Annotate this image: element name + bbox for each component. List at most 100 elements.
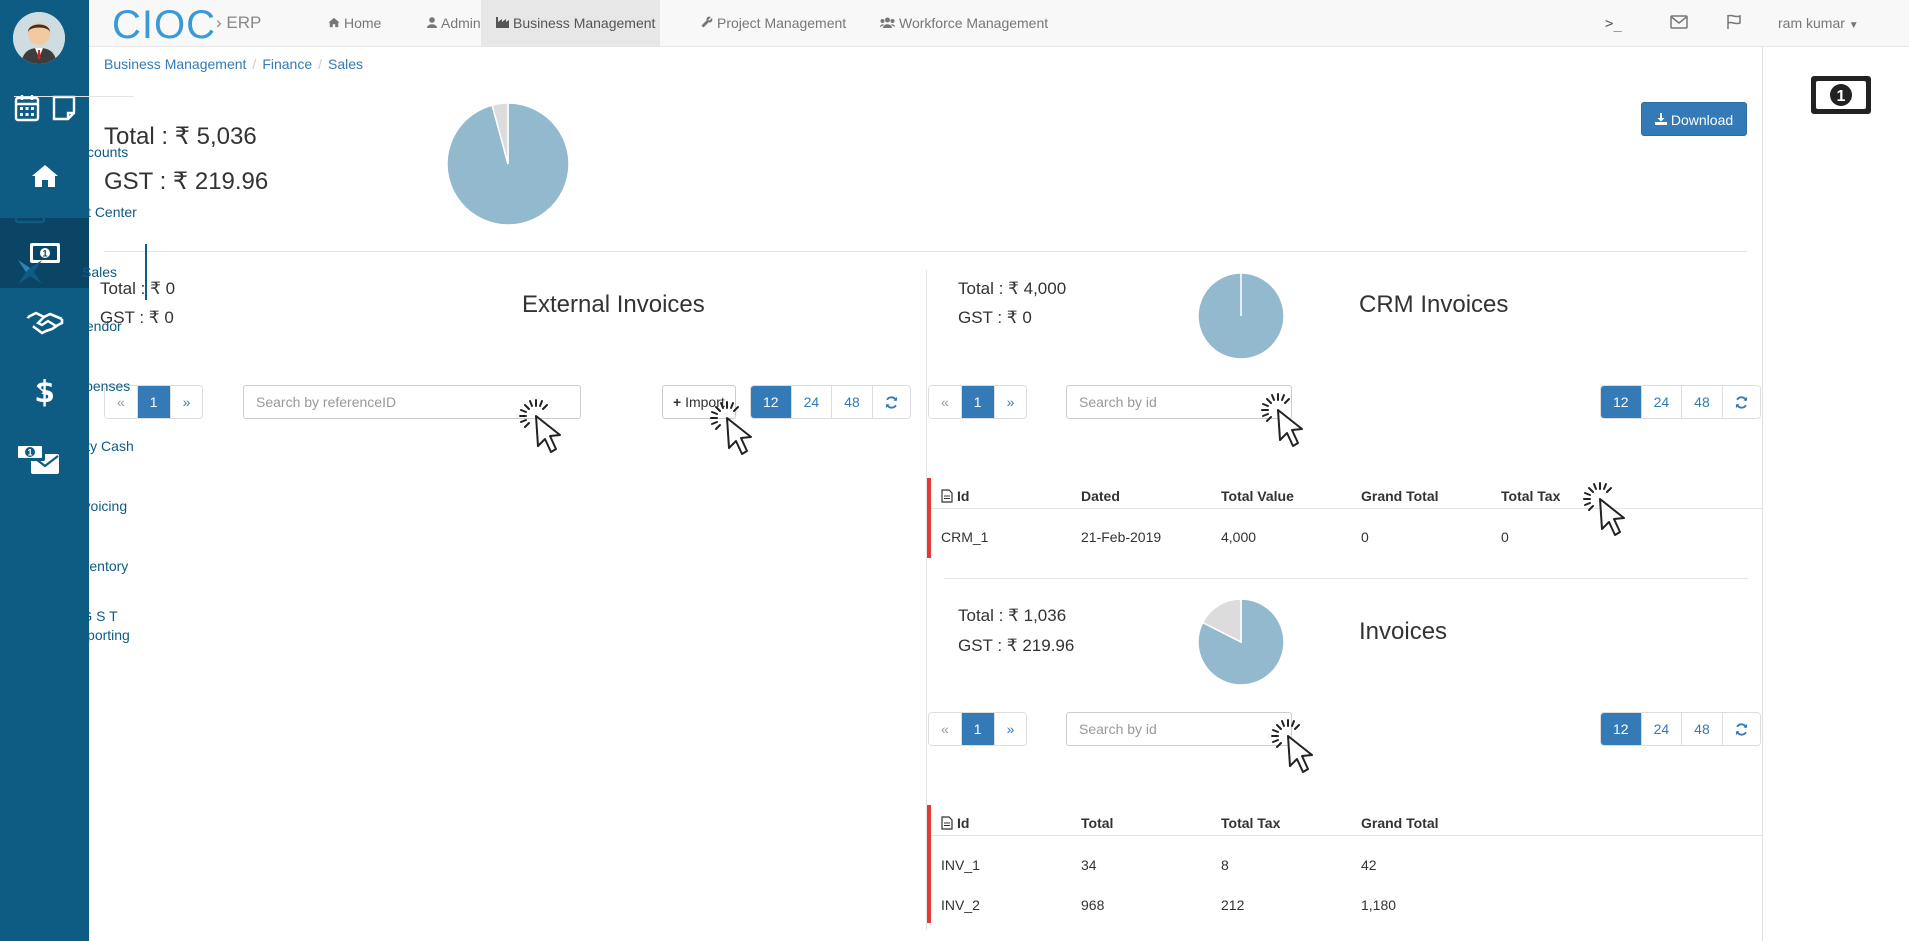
chevron-down-icon: ▼ bbox=[1848, 20, 1859, 31]
crm-cell-id: CRM_1 bbox=[941, 529, 989, 545]
next-page-button[interactable]: » bbox=[170, 386, 203, 418]
nav-admin-label: Admin bbox=[441, 15, 481, 31]
page-size-24[interactable]: 24 bbox=[1641, 713, 1683, 745]
invoices-col-total-tax[interactable]: Total Tax bbox=[1221, 815, 1280, 831]
crm-cell-total-tax: 0 bbox=[1501, 529, 1509, 545]
page-size-48[interactable]: 48 bbox=[1682, 713, 1723, 745]
nav-home-label: Home bbox=[344, 15, 382, 31]
invoices-cell-grand-total: 42 bbox=[1361, 857, 1377, 873]
download-button[interactable]: Download bbox=[1641, 102, 1748, 136]
page-size-48[interactable]: 48 bbox=[832, 386, 873, 418]
nav-workforce-management[interactable]: Workforce Management bbox=[865, 0, 1063, 47]
rightbar-item-petty-cash[interactable]: 1 Petty Cash bbox=[0, 430, 147, 474]
crm-col-grand-total[interactable]: Grand Total bbox=[1361, 488, 1439, 504]
invoices-cell-total-tax: 212 bbox=[1221, 897, 1245, 913]
invoices-col-id[interactable]: Id bbox=[957, 815, 969, 831]
rightbar-item-label: Invoicing bbox=[71, 498, 128, 514]
terminal-icon[interactable]: >_ bbox=[1605, 16, 1622, 32]
rightbar-item-label: Inventory bbox=[70, 558, 129, 574]
breadcrumb-finance[interactable]: Finance bbox=[262, 56, 312, 72]
invoices-page-size: 12 24 48 bbox=[1600, 712, 1761, 746]
svg-text:1: 1 bbox=[1837, 88, 1846, 105]
rightbar-item-gst-reporting[interactable]: G S T Reporting bbox=[0, 608, 147, 660]
invoices-cell-grand-total: 1,180 bbox=[1361, 897, 1397, 913]
crm-cell-grand-total: 0 bbox=[1361, 529, 1369, 545]
nav-business-management-label: Business Management bbox=[513, 15, 656, 31]
active-indicator bbox=[145, 244, 147, 300]
brand-logo[interactable]: CIOC bbox=[112, 3, 216, 48]
rightbar-item-label: Cost Center bbox=[62, 204, 137, 220]
page-size-24[interactable]: 24 bbox=[1641, 386, 1683, 418]
next-page-button[interactable]: » bbox=[994, 386, 1027, 418]
nav-project-management[interactable]: Project Management bbox=[686, 0, 861, 47]
page-size-48[interactable]: 48 bbox=[1682, 386, 1723, 418]
page-1-button[interactable]: 1 bbox=[961, 386, 995, 418]
wrench-icon bbox=[701, 0, 713, 46]
nav-project-management-label: Project Management bbox=[717, 15, 847, 31]
crm-page-size: 12 24 48 bbox=[1600, 385, 1761, 419]
mail-icon[interactable] bbox=[1670, 15, 1688, 34]
invoices-search-input[interactable]: Search by id bbox=[1066, 712, 1292, 746]
page-size-12[interactable]: 12 bbox=[1601, 386, 1642, 418]
cursor-click-icon bbox=[1583, 482, 1625, 536]
breadcrumb: Business Management / Finance / Sales bbox=[104, 56, 364, 72]
next-page-button[interactable]: » bbox=[994, 713, 1027, 745]
user-icon bbox=[427, 0, 437, 46]
user-menu[interactable]: ram kumar ▼ bbox=[1778, 0, 1859, 47]
breadcrumb-sales[interactable]: Sales bbox=[328, 56, 363, 72]
invoices-total: Total : ₹ 1,036 bbox=[958, 606, 1067, 625]
percent-icon bbox=[17, 618, 43, 646]
crm-col-dated[interactable]: Dated bbox=[1081, 488, 1120, 504]
crm-pagination: « 1 » bbox=[928, 385, 1028, 419]
cursor-click-icon bbox=[1261, 393, 1303, 447]
rightbar-item-label: G S T bbox=[81, 608, 118, 624]
crm-col-total-value[interactable]: Total Value bbox=[1221, 488, 1294, 504]
rightbar-item-accounts[interactable]: Accounts bbox=[0, 130, 147, 174]
invoices-col-total[interactable]: Total bbox=[1081, 815, 1113, 831]
invoices-col-grand-total[interactable]: Grand Total bbox=[1361, 815, 1439, 831]
refresh-button[interactable] bbox=[872, 386, 910, 418]
industry-icon bbox=[496, 0, 509, 46]
crm-col-total-tax[interactable]: Total Tax bbox=[1501, 488, 1560, 504]
rightbar-item-cost-center[interactable]: Cost Center bbox=[0, 190, 147, 234]
avatar[interactable] bbox=[13, 12, 65, 64]
rightbar-item-invoicing[interactable]: Invoicing bbox=[0, 490, 147, 534]
rightbar-item-label: Sales bbox=[81, 264, 118, 280]
crm-invoices-title: CRM Invoices bbox=[1359, 291, 1509, 318]
refresh-icon bbox=[1735, 723, 1747, 736]
cursor-click-icon bbox=[710, 401, 752, 455]
crm-cell-total-value: 4,000 bbox=[1221, 529, 1257, 545]
download-icon bbox=[1655, 112, 1671, 128]
page-size-12[interactable]: 12 bbox=[1601, 713, 1642, 745]
rightbar-item-label: Petty Cash bbox=[65, 438, 134, 454]
money-icon: 1 bbox=[15, 443, 45, 461]
bank-icon bbox=[16, 138, 44, 166]
page-1-button[interactable]: 1 bbox=[961, 713, 995, 745]
download-label: Download bbox=[1670, 112, 1734, 128]
rightbar-item-vendor[interactable]: Vendor bbox=[0, 310, 147, 354]
crm-col-id[interactable]: Id bbox=[957, 488, 969, 504]
rightbar-item-inventory[interactable]: Inventory bbox=[0, 550, 147, 594]
row-marker bbox=[927, 478, 931, 558]
svg-text:1: 1 bbox=[27, 448, 32, 458]
prev-page-button[interactable]: « bbox=[929, 386, 962, 418]
invoices-pagination: « 1 » bbox=[928, 712, 1028, 746]
refresh-icon bbox=[1735, 396, 1747, 409]
crm-gst: GST : ₹ 0 bbox=[958, 308, 1032, 327]
breadcrumb-business-management[interactable]: Business Management bbox=[104, 56, 246, 72]
refresh-button[interactable] bbox=[1722, 386, 1760, 418]
prev-page-button[interactable]: « bbox=[929, 713, 962, 745]
nav-business-management[interactable]: Business Management bbox=[481, 0, 660, 47]
rightbar-item-sales[interactable]: Sales bbox=[0, 244, 147, 300]
flag-icon[interactable] bbox=[1726, 14, 1742, 35]
refresh-button[interactable] bbox=[1722, 713, 1760, 745]
section-divider bbox=[104, 251, 1747, 252]
sales-icon bbox=[18, 260, 42, 284]
rightbar-item-label: Vendor bbox=[77, 318, 122, 334]
cursor-click-icon bbox=[519, 399, 561, 453]
page-size-24[interactable]: 24 bbox=[791, 386, 833, 418]
rightbar-item-expenses[interactable]: Expenses bbox=[0, 370, 147, 414]
crm-cell-dated: 21-Feb-2019 bbox=[1081, 529, 1162, 545]
nav-home[interactable]: Home bbox=[313, 0, 396, 47]
sign-out-icon bbox=[16, 380, 43, 404]
